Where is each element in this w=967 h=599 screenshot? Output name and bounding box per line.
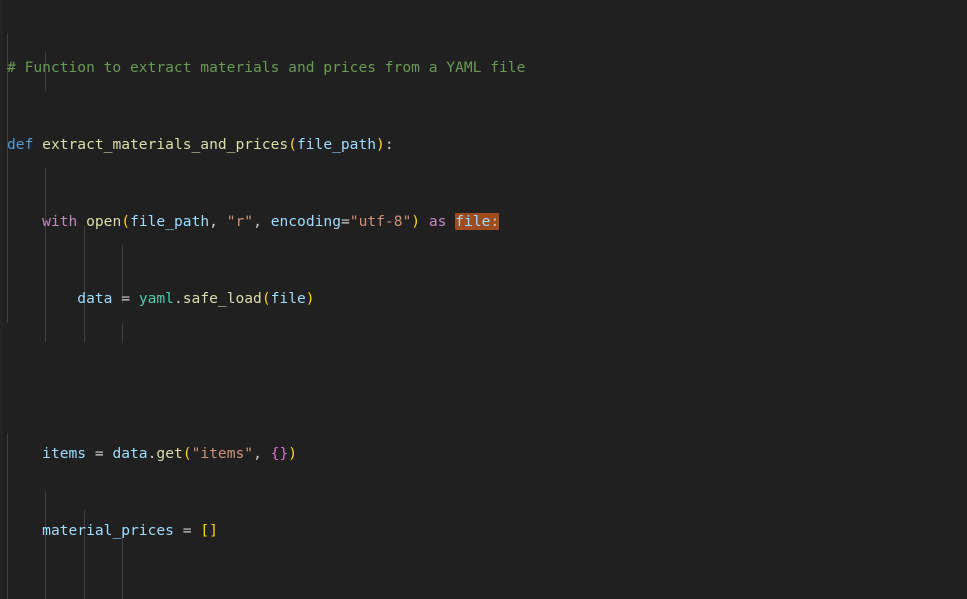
keyword-def: def	[7, 136, 34, 154]
keyword-with: with	[42, 213, 78, 231]
function-name: extract_materials_and_prices	[42, 136, 289, 154]
code-line[interactable]: def extract_materials_and_prices(file_pa…	[0, 135, 967, 154]
comment-token: # Function to extract materials and pric…	[7, 58, 526, 76]
code-line[interactable]: items = data.get("items", {})	[0, 444, 967, 463]
code-editor[interactable]: # Function to extract materials and pric…	[0, 0, 967, 599]
word-occurrence-highlight[interactable]: file:	[455, 213, 500, 231]
code-line[interactable]: # Function to extract materials and pric…	[0, 58, 967, 77]
code-content[interactable]: # Function to extract materials and pric…	[0, 0, 967, 599]
code-line[interactable]: with open(file_path, "r", encoding="utf-…	[0, 212, 967, 231]
code-line[interactable]: data = yaml.safe_load(file)	[0, 289, 967, 308]
code-line-blank[interactable]	[0, 367, 967, 386]
code-line[interactable]: material_prices = []	[0, 521, 967, 540]
